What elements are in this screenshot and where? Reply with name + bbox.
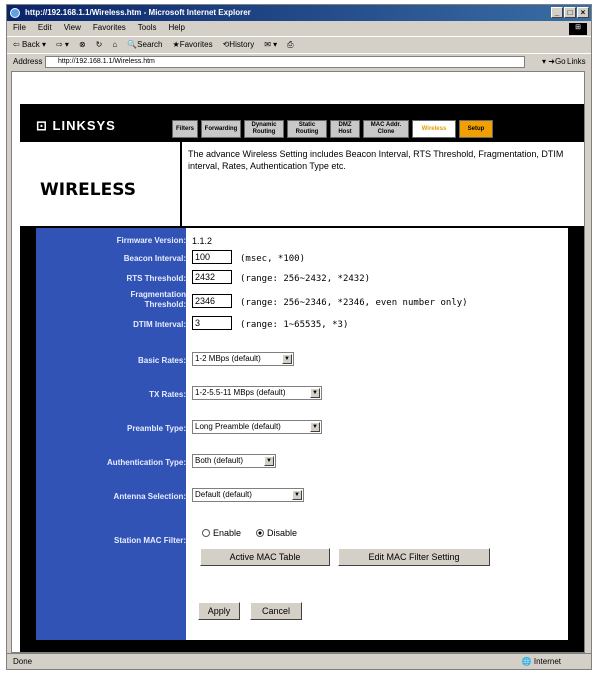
beacon-label: Beacon Interval: xyxy=(123,254,186,263)
menu-help[interactable]: Help xyxy=(168,21,184,35)
tab-forwarding[interactable]: Forwarding xyxy=(201,120,241,138)
ie-icon xyxy=(10,8,20,18)
rts-label: RTS Threshold: xyxy=(126,274,186,283)
rts-input[interactable]: 2432 xyxy=(192,270,232,284)
rts-hint: (range: 256~2432, *2432) xyxy=(240,274,371,284)
tab-dynamic-routing[interactable]: Dynamic Routing xyxy=(244,120,284,138)
active-mac-table-button[interactable]: Active MAC Table xyxy=(200,548,330,566)
menu-edit[interactable]: Edit xyxy=(38,21,52,35)
mail-icon[interactable]: ✉ ▾ xyxy=(264,37,277,52)
address-input[interactable]: http://192.168.1.1/Wireless.htm xyxy=(45,56,525,68)
brand-bar: ⊡ LINKSYS Filters Forwarding Dynamic Rou… xyxy=(20,104,584,140)
status-bar: Done 🌐 Internet xyxy=(7,653,591,669)
menu-file[interactable]: File xyxy=(13,21,26,35)
edit-mac-filter-button[interactable]: Edit MAC Filter Setting xyxy=(338,548,490,566)
tab-filters[interactable]: Filters xyxy=(172,120,198,138)
page-viewport: ⊡ LINKSYS Filters Forwarding Dynamic Rou… xyxy=(11,71,585,653)
chevron-down-icon: ▼ xyxy=(292,490,302,500)
back-button[interactable]: ⇦ Back ▾ xyxy=(13,37,46,52)
menu-bar: File Edit View Favorites Tools Help xyxy=(7,21,591,35)
frag-input[interactable]: 2346 xyxy=(192,294,232,308)
tab-mac-addr-clone[interactable]: MAC Addr. Clone xyxy=(363,120,409,138)
beacon-hint: (msec, *100) xyxy=(240,254,306,264)
history-button[interactable]: ⟲History xyxy=(223,37,255,52)
toolbar: ⇦ Back ▾ ⇨ ▾ ⊗ ↻ ⌂ 🔍Search ★Favorites ⟲H… xyxy=(7,36,591,52)
tab-dmz-host[interactable]: DMZ Host xyxy=(330,120,360,138)
antenna-select[interactable]: Default (default) ▼ xyxy=(192,488,304,502)
dtim-hint: (range: 1~65535, *3) xyxy=(240,320,349,330)
dtim-input[interactable]: 3 xyxy=(192,316,232,330)
dtim-label: DTIM Interval: xyxy=(133,320,186,329)
frag-label: Fragmentation Threshold: xyxy=(130,290,186,309)
chevron-down-icon: ▼ xyxy=(310,388,320,398)
preamble-select[interactable]: Long Preamble (default) ▼ xyxy=(192,420,322,434)
cancel-button[interactable]: Cancel xyxy=(250,602,302,620)
auth-label: Authentication Type: xyxy=(107,458,186,467)
basic-rates-select[interactable]: 1-2 MBps (default) ▼ xyxy=(192,352,294,366)
title-bar: http://192.168.1.1/Wireless.htm - Micros… xyxy=(7,5,591,21)
apply-button[interactable]: Apply xyxy=(198,602,240,620)
tab-setup[interactable]: Setup xyxy=(459,120,493,138)
antenna-label: Antenna Selection: xyxy=(113,492,186,501)
preamble-label: Preamble Type: xyxy=(127,424,186,433)
address-label: Address xyxy=(13,57,43,66)
mac-filter-label: Station MAC Filter: xyxy=(114,536,186,545)
chevron-down-icon: ▼ xyxy=(310,422,320,432)
menu-view[interactable]: View xyxy=(64,21,81,35)
menu-favorites[interactable]: Favorites xyxy=(93,21,126,35)
address-bar: Address http://192.168.1.1/Wireless.htm … xyxy=(7,53,591,69)
go-button[interactable]: ▾ ➜Go xyxy=(542,54,566,70)
windows-logo-icon: ⊞ xyxy=(569,23,587,35)
auth-select[interactable]: Both (default) ▼ xyxy=(192,454,276,468)
browser-window: http://192.168.1.1/Wireless.htm - Micros… xyxy=(6,4,592,670)
home-icon[interactable]: ⌂ xyxy=(112,37,117,52)
section-header: WIRELESS The advance Wireless Setting in… xyxy=(20,142,584,226)
tab-wireless[interactable]: Wireless xyxy=(412,120,456,138)
close-button[interactable]: × xyxy=(577,7,589,18)
forward-button[interactable]: ⇨ ▾ xyxy=(56,37,69,52)
menu-tools[interactable]: Tools xyxy=(138,21,157,35)
radio-on-icon xyxy=(256,529,264,537)
print-icon[interactable]: ⎙ xyxy=(287,37,293,52)
tx-rates-label: TX Rates: xyxy=(149,390,186,399)
status-text: Done xyxy=(13,657,33,666)
beacon-input[interactable]: 100 xyxy=(192,250,232,264)
stop-icon[interactable]: ⊗ xyxy=(79,37,86,52)
linksys-logo: ⊡ LINKSYS xyxy=(36,118,116,133)
page-title: WIRELESS xyxy=(40,180,136,200)
header-divider xyxy=(180,142,182,226)
links-button[interactable]: Links xyxy=(567,54,586,70)
window-title: http://192.168.1.1/Wireless.htm - Micros… xyxy=(25,8,251,17)
frag-hint: (range: 256~2346, *2346, even number onl… xyxy=(240,298,468,308)
firmware-value: 1.1.2 xyxy=(192,236,213,246)
tx-rates-select[interactable]: 1-2-5.5-11 MBps (default) ▼ xyxy=(192,386,322,400)
linksys-page: ⊡ LINKSYS Filters Forwarding Dynamic Rou… xyxy=(20,104,584,652)
favorites-button[interactable]: ★Favorites xyxy=(173,37,213,52)
enable-radio[interactable]: Enable xyxy=(202,528,241,538)
chevron-down-icon: ▼ xyxy=(264,456,274,466)
disable-radio[interactable]: Disable xyxy=(256,528,297,538)
firmware-label: Firmware Version: xyxy=(116,236,186,245)
minimize-button[interactable]: _ xyxy=(551,7,563,18)
page-description: The advance Wireless Setting includes Be… xyxy=(188,149,564,171)
tab-static-routing[interactable]: Static Routing xyxy=(287,120,327,138)
field-column xyxy=(186,228,568,640)
refresh-icon[interactable]: ↻ xyxy=(96,37,103,52)
nav-tabs: Filters Forwarding Dynamic Routing Stati… xyxy=(172,120,493,138)
maximize-button[interactable]: □ xyxy=(564,7,576,18)
basic-rates-label: Basic Rates: xyxy=(137,356,186,365)
search-button[interactable]: 🔍Search xyxy=(127,37,162,52)
radio-off-icon xyxy=(202,529,210,537)
chevron-down-icon: ▼ xyxy=(282,354,292,364)
internet-zone: 🌐 Internet xyxy=(521,657,561,666)
